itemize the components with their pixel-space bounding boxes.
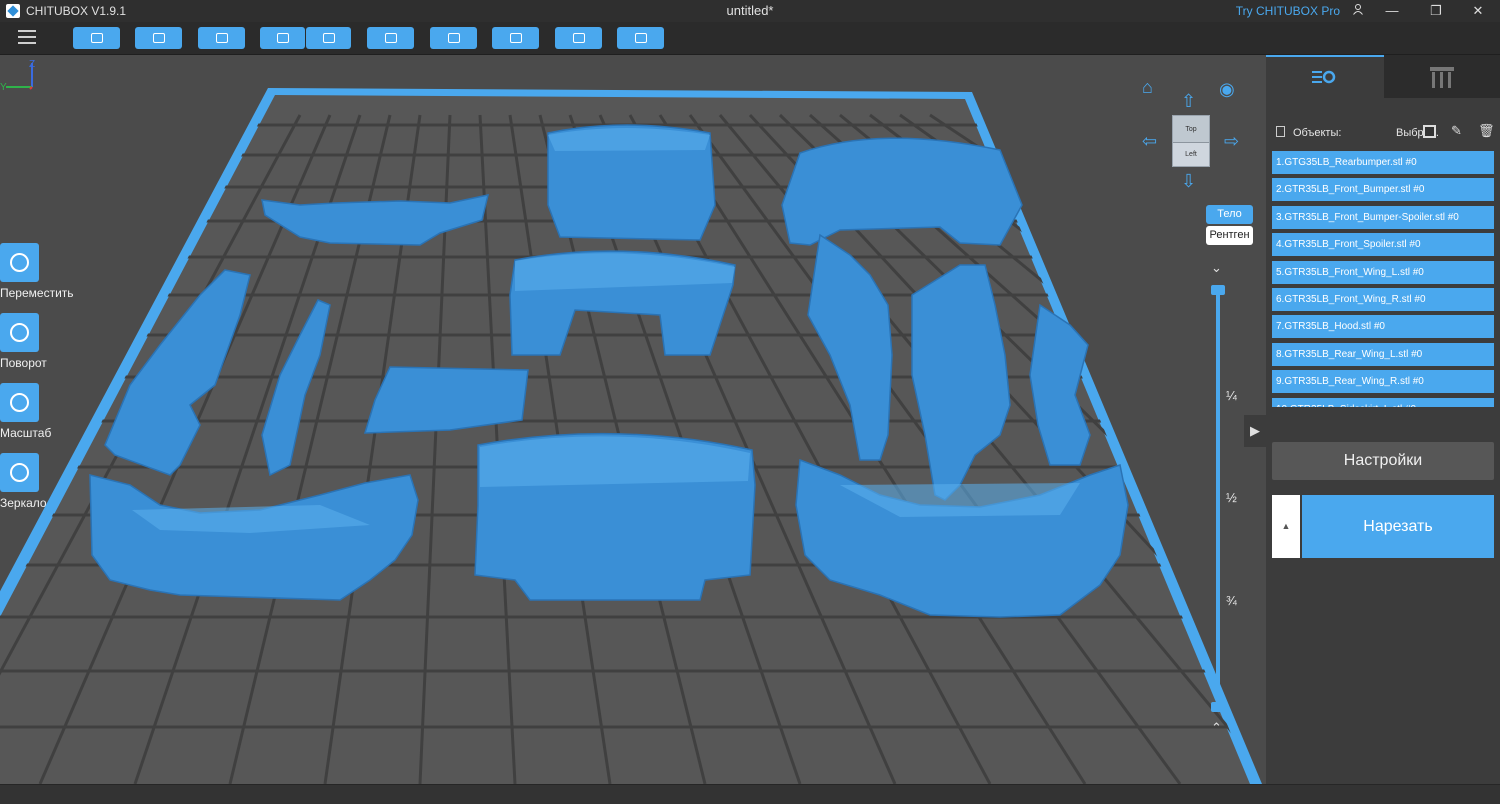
- restore-icon[interactable]: ❐: [1416, 0, 1456, 22]
- panel-tabs: [1266, 55, 1500, 98]
- objects-list-icon: [1276, 126, 1285, 137]
- list-item[interactable]: 4.GTR35LB_Front_Spoiler.stl #0: [1272, 233, 1494, 257]
- select-all-checkbox[interactable]: [1423, 125, 1436, 138]
- mirror-tool-label: Зеркало: [0, 496, 47, 510]
- export-icon[interactable]: [306, 27, 351, 49]
- build-plate-scene[interactable]: [0, 55, 1266, 784]
- list-item[interactable]: 1.GTG35LB_Rearbumper.stl #0: [1272, 151, 1494, 174]
- rotate-up-icon[interactable]: ⇧: [1181, 92, 1196, 110]
- axis-y-label: Y: [0, 82, 7, 93]
- slider-tick-three-quarters: ¾: [1226, 593, 1237, 608]
- scale-tool[interactable]: Масштаб: [0, 383, 80, 440]
- objects-list[interactable]: 1.GTG35LB_Rearbumper.stl #0 2.GTR35LB_Fr…: [1272, 151, 1494, 407]
- hamburger-menu-icon[interactable]: [18, 30, 36, 46]
- crop-icon[interactable]: [198, 27, 245, 49]
- minimize-icon[interactable]: —: [1372, 0, 1412, 22]
- edit-icon[interactable]: ✎: [1451, 123, 1462, 139]
- mirror-tool[interactable]: Зеркало: [0, 453, 80, 510]
- chevron-up-icon[interactable]: ⌃: [1211, 720, 1222, 736]
- view-cube-top[interactable]: Top: [1173, 116, 1209, 143]
- bumper-spoiler-model[interactable]: [363, 366, 529, 434]
- import-icon[interactable]: [260, 27, 305, 49]
- rotate-left-icon[interactable]: ⇦: [1142, 132, 1157, 150]
- xray-view-button[interactable]: Рентген: [1206, 226, 1253, 245]
- hollow-icon[interactable]: [555, 27, 602, 49]
- open-folder-icon[interactable]: [73, 27, 120, 49]
- view-cube[interactable]: Top Left: [1172, 115, 1210, 167]
- slider-tick-quarter: ¼: [1226, 388, 1237, 403]
- layout-icon[interactable]: [430, 27, 477, 49]
- scale-tool-label: Масштаб: [0, 426, 52, 440]
- list-item[interactable]: 3.GTR35LB_Front_Bumper-Spoiler.stl #0: [1272, 205, 1494, 229]
- move-tool[interactable]: Переместить: [0, 243, 80, 300]
- slice-button[interactable]: Нарезать: [1302, 495, 1494, 558]
- view-cube-left[interactable]: Left: [1173, 144, 1209, 166]
- mirror-icon[interactable]: [0, 453, 39, 492]
- main-toolbar: [0, 22, 1500, 55]
- rotate-right-icon[interactable]: ⇨: [1224, 132, 1239, 150]
- save-icon[interactable]: [135, 27, 182, 49]
- axis-z-label: Z: [29, 59, 35, 70]
- rotate-icon[interactable]: [0, 313, 39, 352]
- settings-list-icon: [1312, 70, 1336, 84]
- home-view-icon[interactable]: ⌂: [1142, 78, 1153, 96]
- settings-button[interactable]: Настройки: [1272, 442, 1494, 480]
- slice-options-arrow-icon[interactable]: ▲: [1272, 495, 1300, 558]
- try-pro-link[interactable]: Try CHITUBOX Pro: [1236, 4, 1340, 18]
- right-panel: Объекты: Выбра... ✎ 🗑 1.GTG35LB_Rearbump…: [1244, 55, 1500, 784]
- move-icon[interactable]: [0, 243, 39, 282]
- layer-slider-bottom-handle[interactable]: [1211, 702, 1225, 712]
- eye-icon[interactable]: ◉: [1219, 80, 1235, 98]
- layer-slider-top-handle[interactable]: [1211, 285, 1225, 295]
- close-icon[interactable]: ✕: [1458, 0, 1498, 22]
- trash-icon[interactable]: 🗑: [1478, 123, 1495, 139]
- list-item[interactable]: 8.GTR35LB_Rear_Wing_L.stl #0: [1272, 342, 1494, 366]
- list-item[interactable]: 10.GTR35LB_Sideskirt_L.stl #0: [1272, 397, 1494, 407]
- objects-label: Объекты:: [1293, 127, 1342, 139]
- drain-hole-icon[interactable]: [617, 27, 664, 49]
- support-icon[interactable]: [492, 27, 539, 49]
- tab-settings-list[interactable]: [1266, 55, 1384, 98]
- list-item[interactable]: 5.GTR35LB_Front_Wing_L.stl #0: [1272, 260, 1494, 284]
- body-view-button[interactable]: Тело: [1206, 205, 1253, 224]
- slider-tick-half: ½: [1226, 490, 1237, 505]
- rotate-tool[interactable]: Поворот: [0, 313, 80, 370]
- list-item[interactable]: 6.GTR35LB_Front_Wing_R.stl #0: [1272, 287, 1494, 311]
- scale-icon[interactable]: [0, 383, 39, 422]
- status-bar: [0, 784, 1500, 804]
- copy-icon[interactable]: [367, 27, 414, 49]
- 3d-viewport[interactable]: Z Y: [0, 55, 1266, 784]
- rotate-tool-label: Поворот: [0, 356, 47, 370]
- list-item[interactable]: 2.GTR35LB_Front_Bumper.stl #0: [1272, 178, 1494, 202]
- layer-slider-track[interactable]: [1216, 290, 1220, 708]
- axis-gizmo: Z Y: [0, 59, 35, 93]
- platform-icon: [1430, 67, 1454, 88]
- move-tool-label: Переместить: [0, 286, 74, 300]
- collapse-panel-icon[interactable]: ▶: [1244, 415, 1266, 447]
- chevron-down-icon[interactable]: ⌄: [1211, 260, 1222, 276]
- objects-header: Объекты: Выбра... ✎ 🗑: [1272, 123, 1496, 143]
- list-item[interactable]: 7.GTR35LB_Hood.stl #0: [1272, 315, 1494, 339]
- chitubox-window: CHITUBOX V1.9.1 untitled* Try CHITUBOX P…: [0, 0, 1500, 804]
- rotate-down-icon[interactable]: ⇩: [1181, 172, 1196, 190]
- title-bar: CHITUBOX V1.9.1 untitled* Try CHITUBOX P…: [0, 0, 1500, 22]
- tab-platform[interactable]: [1384, 55, 1500, 98]
- list-item[interactable]: 9.GTR35LB_Rear_Wing_R.stl #0: [1272, 370, 1494, 394]
